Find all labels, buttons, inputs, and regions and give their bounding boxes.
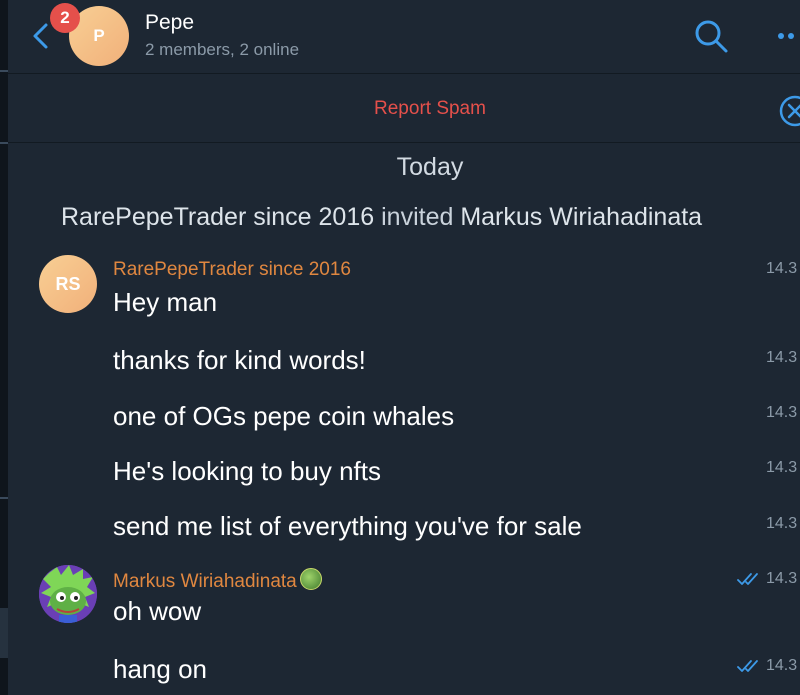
service-action: invited <box>381 203 454 231</box>
date-separator: Today <box>396 153 464 181</box>
report-spam-bar: Report Spam <box>8 74 800 143</box>
divider <box>0 70 8 72</box>
read-checkmark-icon <box>737 660 758 672</box>
message-time: 14.3 <box>766 657 798 674</box>
sender-name-text: Markus Wiriahadinata <box>113 571 297 592</box>
message-text: hang on <box>113 654 207 684</box>
message-time: 14.3 <box>766 404 798 421</box>
chat-subtitle: 2 members, 2 online <box>145 40 300 59</box>
avatar-initial: P <box>93 26 105 45</box>
chat-title[interactable]: Pepe <box>145 11 194 35</box>
message-text: Hey man <box>113 287 218 317</box>
message-text: oh wow <box>113 596 202 626</box>
pepe-avatar-icon <box>39 565 97 623</box>
service-message: RarePepeTrader since 2016 invited Markus… <box>61 203 702 232</box>
unread-badge: 2 <box>50 3 80 33</box>
side-panel-edge <box>0 0 8 695</box>
search-icon[interactable] <box>693 18 729 54</box>
message-text: send me list of everything you've for sa… <box>113 511 582 541</box>
read-checkmark-icon <box>737 573 758 585</box>
close-icon[interactable] <box>778 94 800 128</box>
avatar[interactable] <box>39 565 97 623</box>
divider <box>0 497 8 499</box>
message-time: 14.3 <box>766 459 798 476</box>
avatar[interactable]: RS <box>39 255 97 313</box>
avatar-initials: RS <box>55 273 81 294</box>
message-time: 14.3 <box>766 570 798 587</box>
service-actor[interactable]: RarePepeTrader since 2016 <box>61 203 374 231</box>
message-time: 14.3 <box>766 260 798 277</box>
sender-name[interactable]: RarePepeTrader since 2016 <box>113 259 351 281</box>
service-target[interactable]: Markus Wiriahadinata <box>460 203 702 231</box>
message-text: one of OGs pepe coin whales <box>113 401 455 431</box>
message-time: 14.3 <box>766 515 798 532</box>
sender-name[interactable]: Markus Wiriahadinata <box>113 568 322 593</box>
message-text: He's looking to buy nfts <box>113 456 381 486</box>
report-spam-button[interactable]: Report Spam <box>8 98 800 120</box>
message-time: 14.3 <box>766 349 798 366</box>
divider <box>0 142 8 144</box>
emoji-status-icon <box>299 568 322 590</box>
message-text: thanks for kind words! <box>113 345 366 375</box>
more-options-icon[interactable] <box>776 31 800 41</box>
divider <box>0 608 8 658</box>
